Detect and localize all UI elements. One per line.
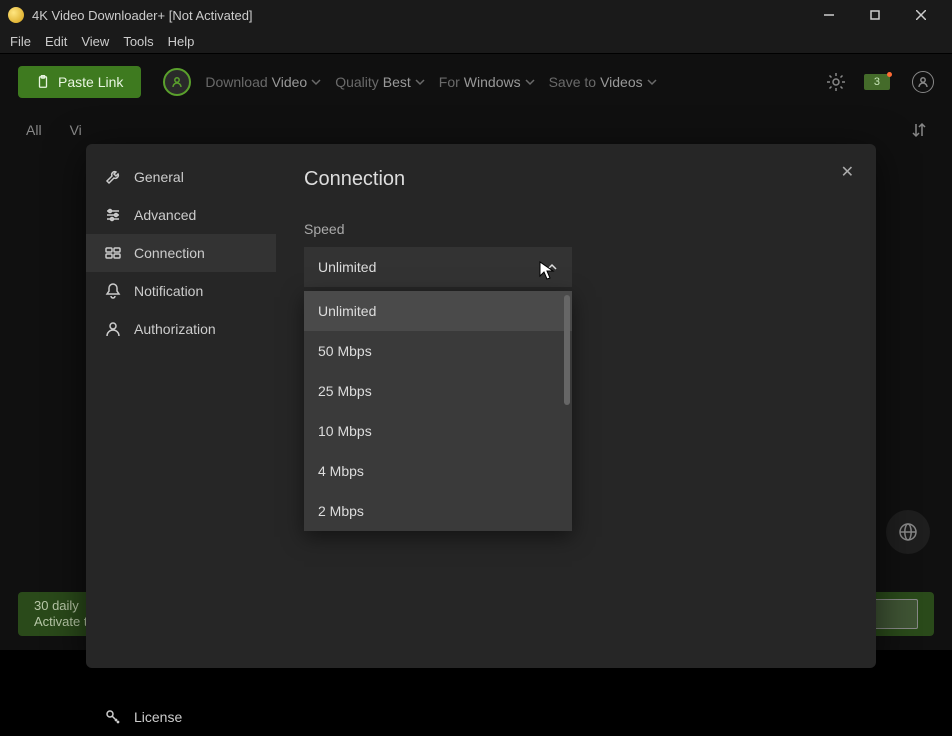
minimize-button[interactable] — [806, 0, 852, 30]
window-title: 4K Video Downloader+ [Not Activated] — [32, 8, 806, 23]
menubar: File Edit View Tools Help — [0, 30, 952, 54]
sliders-icon — [104, 206, 122, 224]
user-icon — [104, 320, 122, 338]
sidebar-item-advanced[interactable]: Advanced — [86, 196, 276, 234]
filter-item[interactable]: Vi — [70, 122, 82, 138]
sidebar-item-general[interactable]: General — [86, 158, 276, 196]
speed-label: Speed — [304, 221, 848, 237]
speed-option-50[interactable]: 50 Mbps — [304, 331, 572, 371]
titlebar: 4K Video Downloader+ [Not Activated] — [0, 0, 952, 30]
toolbar-platform[interactable]: For Windows — [439, 74, 535, 90]
chevron-down-icon — [415, 77, 425, 87]
menu-view[interactable]: View — [75, 32, 115, 51]
settings-sidebar: General Advanced Connection Notification… — [86, 144, 276, 668]
sidebar-item-notification[interactable]: Notification — [86, 272, 276, 310]
speed-option-25[interactable]: 25 Mbps — [304, 371, 572, 411]
menu-file[interactable]: File — [4, 32, 37, 51]
chevron-up-icon — [546, 261, 558, 273]
user-button[interactable] — [912, 71, 934, 93]
browser-button[interactable] — [886, 510, 930, 554]
speed-option-4[interactable]: 4 Mbps — [304, 451, 572, 491]
notification-badge[interactable]: 3 — [864, 74, 890, 90]
menu-edit[interactable]: Edit — [39, 32, 73, 51]
key-icon — [104, 708, 122, 726]
chevron-down-icon — [525, 77, 535, 87]
speed-option-2[interactable]: 2 Mbps — [304, 491, 572, 531]
speed-option-10[interactable]: 10 Mbps — [304, 411, 572, 451]
chevron-down-icon — [311, 77, 321, 87]
bell-icon — [104, 282, 122, 300]
dropdown-scrollbar[interactable] — [564, 295, 570, 405]
filter-all[interactable]: All — [26, 122, 42, 138]
account-avatar[interactable] — [163, 68, 191, 96]
speed-select[interactable]: Unlimited Unlimited 50 Mbps 25 Mbps 10 M… — [304, 247, 572, 287]
settings-title: Connection — [304, 168, 848, 191]
settings-modal: General Advanced Connection Notification… — [86, 144, 876, 668]
sidebar-item-authorization[interactable]: Authorization — [86, 310, 276, 348]
toolbar-saveto[interactable]: Save to Videos — [549, 74, 657, 90]
maximize-button[interactable] — [852, 0, 898, 30]
speed-option-unlimited[interactable]: Unlimited — [304, 291, 572, 331]
chevron-down-icon — [647, 77, 657, 87]
menu-tools[interactable]: Tools — [117, 32, 159, 51]
wrench-icon — [104, 168, 122, 186]
paste-link-button[interactable]: Paste Link — [18, 66, 141, 98]
paste-link-label: Paste Link — [58, 74, 123, 90]
globe-icon — [898, 522, 918, 542]
speed-dropdown: Unlimited 50 Mbps 25 Mbps 10 Mbps 4 Mbps… — [304, 291, 572, 531]
clip-icon — [36, 75, 50, 89]
sort-icon[interactable] — [912, 122, 926, 138]
menu-help[interactable]: Help — [162, 32, 201, 51]
toolbar-quality[interactable]: Quality Best — [335, 74, 425, 90]
settings-content: Connection ✕ Speed Unlimited Unlimited 5… — [276, 144, 876, 668]
connection-icon — [104, 244, 122, 262]
settings-close-button[interactable]: ✕ — [841, 162, 854, 182]
close-button[interactable] — [898, 0, 944, 30]
gear-icon[interactable] — [826, 72, 846, 92]
toolbar-download[interactable]: Download Video — [205, 74, 321, 90]
sidebar-item-license[interactable]: License — [86, 698, 276, 736]
speed-selected: Unlimited — [318, 259, 376, 275]
toolbar: Paste Link Download Video Quality Best F… — [0, 54, 952, 110]
app-icon — [8, 7, 24, 23]
sidebar-item-connection[interactable]: Connection — [86, 234, 276, 272]
